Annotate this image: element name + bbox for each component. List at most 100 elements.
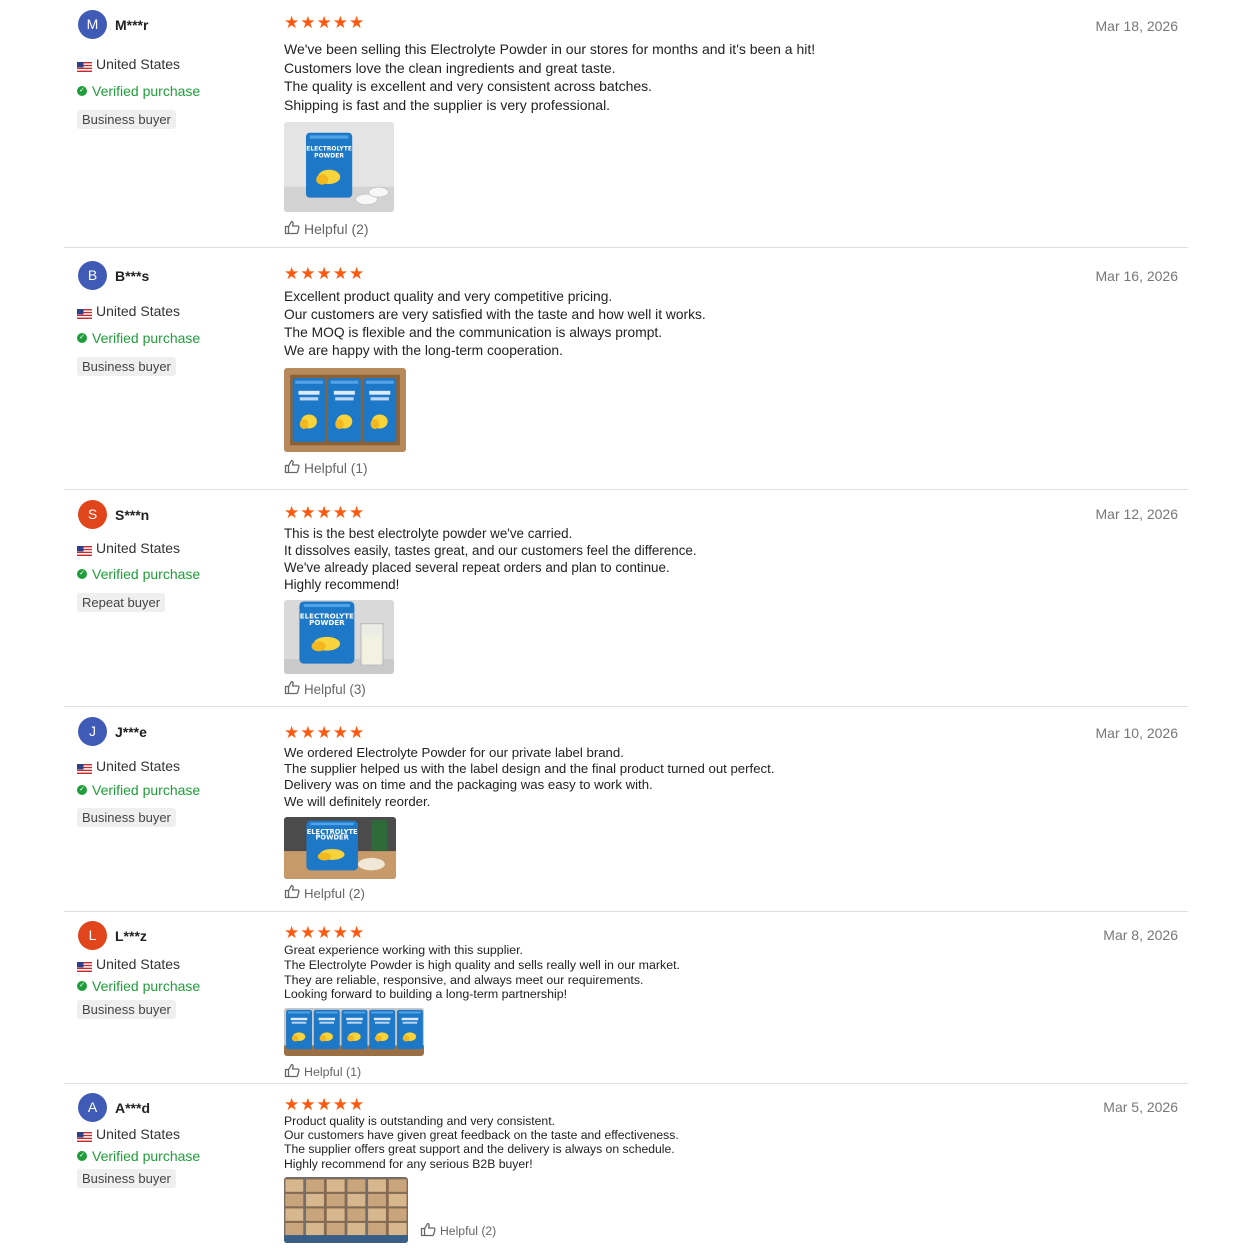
verified-label: Verified purchase (92, 1148, 201, 1164)
verified-purchase: ✓ Verified purchase (77, 330, 200, 346)
review-text-line: The Electrolyte Powder is high quality a… (284, 957, 680, 972)
star-rating: ★★★★★ (284, 264, 366, 283)
country-label: United States (96, 303, 181, 319)
review-item: J J***e United States ✓ Verified purchase Bus… (64, 707, 1188, 912)
verified-check-icon: ✓ (77, 785, 87, 795)
review-text-line: This is the best electrolyte powder we'v… (284, 526, 573, 541)
reviewer-country: United States (77, 303, 181, 320)
review-photo[interactable]: ELECTROLYTE POWDER (284, 817, 396, 879)
review-text-line: Product quality is outstanding and very … (284, 1114, 555, 1128)
us-flag-icon (77, 959, 92, 973)
avatar: B (78, 261, 107, 290)
helpful-button[interactable]: Helpful (2) (420, 1222, 496, 1240)
review-text-line: They are reliable, responsive, and alway… (284, 972, 644, 987)
reviewer-name: J***e (115, 724, 147, 740)
svg-text:POWDER: POWDER (309, 618, 345, 627)
review-text-line: Great experience working with this suppl… (284, 943, 523, 957)
helpful-button[interactable]: Helpful (3) (284, 680, 366, 698)
buyer-badge: Business buyer (77, 1000, 176, 1019)
review-text: This is the best electrolyte powder we'v… (284, 525, 697, 593)
review-photo[interactable]: ELECTROLYTE POWDER (284, 600, 394, 674)
verified-label: Verified purchase (92, 566, 201, 582)
verified-purchase: ✓ Verified purchase (77, 978, 200, 994)
verified-check-icon: ✓ (77, 569, 87, 579)
verified-check-icon: ✓ (77, 86, 87, 96)
avatar: L (78, 921, 107, 950)
review-text-line: It dissolves easily, tastes great, and o… (284, 543, 697, 558)
us-flag-icon (77, 306, 92, 320)
svg-text:POWDER: POWDER (316, 834, 350, 842)
buyer-badge: Business buyer (77, 110, 176, 129)
review-text-line: The supplier offers great support and th… (284, 1142, 675, 1157)
helpful-label: Helpful (2) (304, 221, 369, 237)
review-date: Mar 12, 2026 (1095, 506, 1179, 522)
helpful-button[interactable]: Helpful (1) (284, 459, 368, 477)
review-date: Mar 18, 2026 (1095, 18, 1179, 34)
review-text-line: We will definitely reorder. (284, 793, 431, 809)
review-text: Product quality is outstanding and very … (284, 1114, 679, 1171)
verified-check-icon: ✓ (77, 1151, 87, 1161)
verified-purchase: ✓ Verified purchase (77, 83, 200, 99)
us-flag-icon (77, 59, 92, 73)
review-photo[interactable]: ELECTROLYTE POWDER (284, 122, 394, 212)
helpful-label: Helpful (2) (304, 885, 365, 901)
review-photo[interactable] (284, 1008, 424, 1056)
review-text-line: Delivery was on time and the packaging w… (284, 777, 653, 793)
country-label: United States (96, 1126, 181, 1142)
avatar: M (78, 10, 107, 39)
helpful-button[interactable]: Helpful (2) (284, 884, 365, 902)
helpful-label: Helpful (2) (440, 1224, 497, 1238)
buyer-badge: Business buyer (77, 808, 176, 827)
reviewer-name: A***d (115, 1100, 151, 1116)
svg-text:ELECTROLYTE: ELECTROLYTE (306, 145, 352, 152)
thumbs-up-icon (284, 680, 300, 698)
reviewer-country: United States (77, 56, 181, 73)
country-label: United States (96, 956, 181, 972)
verified-check-icon: ✓ (77, 333, 87, 343)
review-text-line: Shipping is fast and the supplier is ver… (284, 96, 611, 113)
thumbs-up-icon (420, 1222, 436, 1240)
us-flag-icon (77, 1129, 92, 1143)
review-text: We ordered Electrolyte Powder for our pr… (284, 745, 774, 810)
review-date: Mar 5, 2026 (1103, 1099, 1178, 1115)
star-rating: ★★★★★ (284, 923, 366, 942)
review-text-line: Our customers have given great feedback … (284, 1128, 679, 1143)
review-text-line: The supplier helped us with the label de… (284, 761, 775, 777)
star-rating: ★★★★★ (284, 723, 366, 742)
review-photo[interactable] (284, 368, 406, 452)
verified-check-icon: ✓ (77, 981, 87, 991)
verified-purchase: ✓ Verified purchase (77, 782, 200, 798)
helpful-label: Helpful (1) (304, 1065, 362, 1079)
country-label: United States (96, 540, 181, 556)
verified-label: Verified purchase (92, 978, 201, 994)
avatar: A (78, 1093, 107, 1122)
review-text: Great experience working with this suppl… (284, 943, 680, 1002)
review-text: Excellent product quality and very compe… (284, 288, 706, 360)
review-item: A A***d United States ✓ Verified purchase Bus… (64, 1084, 1188, 1254)
review-date: Mar 8, 2026 (1103, 927, 1178, 943)
reviewer-name: S***n (115, 507, 150, 523)
us-flag-icon (77, 543, 92, 557)
avatar: S (78, 500, 107, 529)
review-text-line: Looking forward to building a long-term … (284, 987, 568, 1002)
country-label: United States (96, 56, 181, 72)
thumbs-up-icon (284, 1063, 300, 1081)
helpful-label: Helpful (3) (304, 681, 366, 697)
review-photo[interactable] (284, 1177, 408, 1243)
review-text-line: We ordered Electrolyte Powder for our pr… (284, 745, 624, 760)
thumbs-up-icon (284, 459, 300, 477)
review-item: S S***n United States ✓ Verified purchase Rep… (64, 490, 1188, 707)
review-text-line: We are happy with the long-term cooperat… (284, 343, 563, 358)
star-rating: ★★★★★ (284, 503, 366, 522)
reviewer-name: L***z (115, 928, 147, 944)
helpful-button[interactable]: Helpful (1) (284, 1063, 361, 1081)
review-text-line: We've already placed several repeat orde… (284, 560, 670, 575)
helpful-button[interactable]: Helpful (2) (284, 220, 369, 238)
review-date: Mar 10, 2026 (1095, 725, 1179, 741)
star-rating: ★★★★★ (284, 1095, 366, 1114)
reviewer-name: B***s (115, 268, 150, 284)
helpful-label: Helpful (1) (304, 460, 368, 476)
verified-purchase: ✓ Verified purchase (77, 566, 200, 582)
review-item: B B***s United States ✓ Verified purchase Bus… (64, 248, 1188, 490)
review-text-line: The quality is excellent and very consis… (284, 78, 653, 95)
